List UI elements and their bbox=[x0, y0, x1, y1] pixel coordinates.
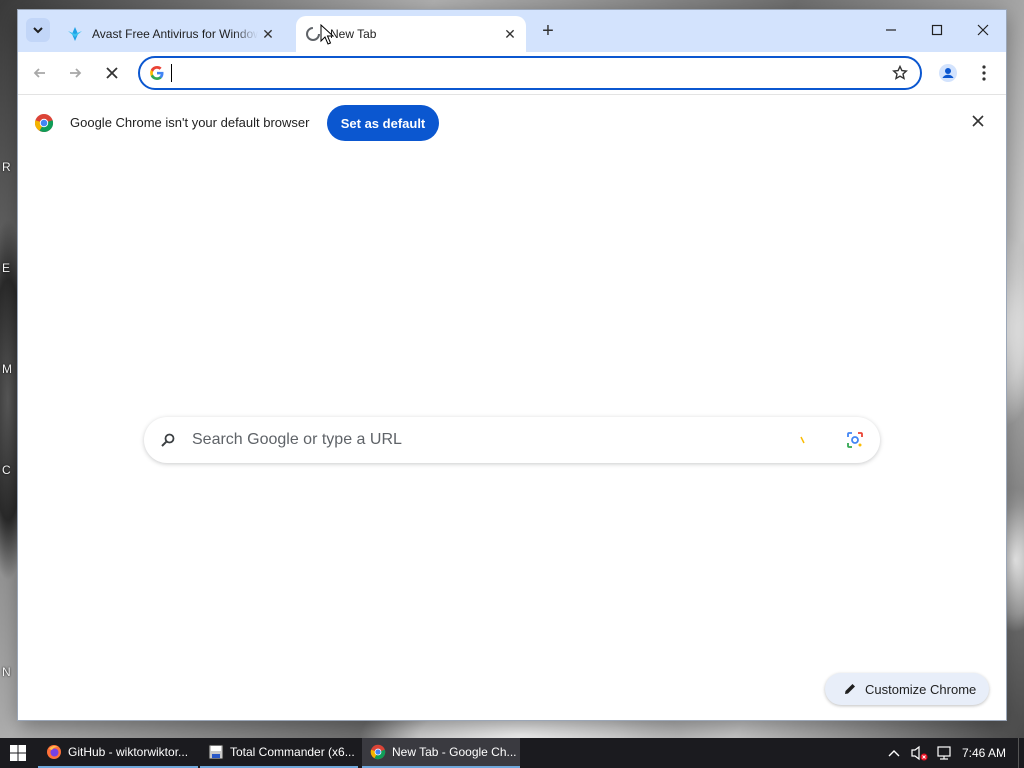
tab-avast[interactable]: Avast Free Antivirus for Windows ✕ bbox=[58, 16, 284, 52]
desktop-icon-label: E bbox=[2, 261, 11, 275]
customize-chrome-button[interactable]: Customize Chrome bbox=[825, 673, 989, 705]
volume-muted-icon[interactable] bbox=[910, 745, 928, 761]
infobar-close-button[interactable] bbox=[972, 115, 984, 127]
close-icon bbox=[972, 115, 984, 127]
omnibox-input[interactable] bbox=[172, 60, 892, 86]
search-placeholder: Search Google or type a URL bbox=[192, 431, 402, 448]
star-icon bbox=[892, 65, 908, 80]
customize-label: Customize Chrome bbox=[865, 681, 977, 697]
back-arrow-icon bbox=[33, 68, 45, 78]
show-hidden-icons-button[interactable] bbox=[888, 749, 900, 757]
maximize-button[interactable] bbox=[914, 10, 960, 50]
tab-close-icon[interactable]: ✕ bbox=[258, 24, 278, 44]
ntp-search-box[interactable]: Search Google or type a URL bbox=[144, 417, 880, 463]
address-bar[interactable] bbox=[138, 56, 922, 90]
taskbar-item-label: Total Commander (x6... bbox=[230, 745, 355, 759]
new-tab-page: Search Google or type a URL Customize Ch… bbox=[18, 151, 1006, 720]
desktop-icon-label: M bbox=[2, 362, 12, 376]
google-g-icon bbox=[149, 65, 165, 81]
stop-button[interactable] bbox=[100, 61, 124, 85]
chrome-window: Avast Free Antivirus for Windows ✕ New T… bbox=[18, 10, 1006, 720]
close-icon bbox=[977, 24, 989, 36]
avast-icon bbox=[66, 25, 84, 43]
windows-logo-icon bbox=[10, 745, 26, 761]
pencil-icon bbox=[843, 682, 857, 696]
chrome-logo-icon bbox=[34, 113, 54, 133]
tab-title: New Tab bbox=[330, 27, 377, 41]
desktop-icon-label: C bbox=[2, 463, 11, 477]
clock[interactable]: 7:46 AM bbox=[962, 746, 1006, 760]
forward-button[interactable] bbox=[63, 61, 87, 85]
taskbar-item-chrome[interactable]: New Tab - Google Ch... bbox=[362, 738, 520, 768]
show-desktop-button[interactable] bbox=[1018, 738, 1024, 768]
taskbar: GitHub - wiktorwiktor... Total Commander… bbox=[0, 738, 1024, 768]
start-button[interactable] bbox=[0, 738, 36, 768]
kebab-menu-icon bbox=[982, 65, 986, 81]
search-icon bbox=[160, 432, 176, 448]
back-button[interactable] bbox=[28, 61, 52, 85]
taskbar-item-total-commander[interactable]: Total Commander (x6... bbox=[200, 738, 358, 768]
firefox-icon bbox=[46, 744, 62, 760]
taskbar-item-label: GitHub - wiktorwiktor... bbox=[68, 745, 189, 759]
voice-search-icon[interactable] bbox=[800, 436, 806, 444]
chevron-down-icon bbox=[33, 27, 43, 34]
chevron-up-icon bbox=[888, 750, 900, 757]
tab-close-icon[interactable]: ✕ bbox=[500, 24, 520, 44]
profile-icon bbox=[939, 64, 957, 82]
tab-search-button[interactable] bbox=[26, 18, 50, 42]
tab-title: Avast Free Antivirus for Windows bbox=[92, 27, 258, 41]
set-as-default-button[interactable]: Set as default bbox=[327, 105, 439, 141]
maximize-icon bbox=[931, 24, 943, 36]
toolbar bbox=[18, 52, 1006, 94]
close-window-button[interactable] bbox=[960, 10, 1006, 50]
minimize-button[interactable] bbox=[868, 10, 914, 50]
mouse-cursor-icon bbox=[320, 24, 334, 45]
taskbar-item-label: New Tab - Google Ch... bbox=[392, 745, 517, 759]
taskbar-item-firefox[interactable]: GitHub - wiktorwiktor... bbox=[38, 738, 198, 768]
infobar-message: Google Chrome isn't your default browser bbox=[70, 115, 310, 130]
stop-icon bbox=[106, 67, 118, 79]
total-commander-icon bbox=[208, 744, 224, 760]
default-browser-infobar: Google Chrome isn't your default browser… bbox=[18, 94, 1006, 152]
lens-search-icon[interactable] bbox=[846, 431, 864, 449]
profile-button[interactable] bbox=[936, 61, 960, 85]
desktop-icon-label: R bbox=[2, 160, 11, 174]
forward-arrow-icon bbox=[70, 68, 82, 78]
bookmark-star-button[interactable] bbox=[892, 65, 908, 81]
chrome-icon bbox=[370, 744, 386, 760]
network-icon[interactable] bbox=[936, 745, 954, 761]
tab-strip: Avast Free Antivirus for Windows ✕ New T… bbox=[18, 10, 1006, 52]
chrome-menu-button[interactable] bbox=[972, 61, 996, 85]
desktop-icon-label: N bbox=[2, 665, 11, 679]
new-tab-button[interactable]: + bbox=[536, 19, 560, 43]
system-tray: 7:46 AM bbox=[888, 738, 1006, 768]
minimize-icon bbox=[886, 29, 896, 31]
